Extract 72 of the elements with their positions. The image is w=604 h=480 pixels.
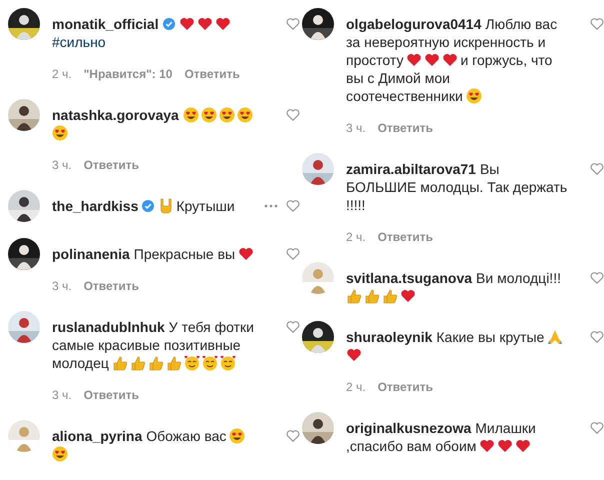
smiling-face-hearts-icon bbox=[220, 355, 236, 371]
comment-time: 3 ч. bbox=[52, 387, 72, 404]
heart-icon bbox=[196, 16, 213, 32]
heart-eyes-face-icon bbox=[200, 107, 217, 123]
comment-text: aliona_pyrina Обожаю вас bbox=[52, 427, 264, 463]
thumbs-up-icon bbox=[112, 355, 128, 371]
smiling-face-hearts-icon bbox=[202, 355, 218, 371]
comment-text: polinanenia Прекрасные вы bbox=[52, 245, 264, 263]
like-heart-icon[interactable] bbox=[590, 330, 604, 344]
comment-time: 3 ч. bbox=[52, 278, 72, 295]
thumbs-up-icon bbox=[346, 288, 362, 304]
like-heart-icon[interactable] bbox=[286, 199, 300, 213]
username[interactable]: svitlana.tsuganova bbox=[346, 270, 472, 286]
like-heart-icon[interactable] bbox=[286, 247, 300, 261]
comment-time: 2 ч. bbox=[52, 66, 72, 83]
heart-eyes-face-icon bbox=[52, 446, 68, 462]
thumbs-up-icon bbox=[166, 355, 182, 371]
heart-eyes-face-icon bbox=[466, 88, 482, 104]
smiling-face-hearts-icon bbox=[184, 355, 200, 371]
praying-hands-icon bbox=[547, 329, 564, 345]
heart-icon bbox=[238, 246, 254, 262]
comment-text: originalkusnezowa Милашки ,спасибо вам обоим bbox=[346, 419, 537, 455]
rock-hand-icon bbox=[158, 198, 174, 214]
comment-text: ruslanadublnhuk У тебя фотки самые красивые позитивные молодец bbox=[52, 318, 255, 372]
heart-icon bbox=[479, 438, 496, 454]
like-heart-icon[interactable] bbox=[286, 429, 300, 443]
like-heart-icon[interactable] bbox=[286, 17, 300, 31]
username[interactable]: olgabelogurova0414 bbox=[346, 16, 482, 32]
comment-text: olgabelogurova0414 Люблю вас за невероятную искренность и простоту и горжусь, что вы с Димой мои соотечественники bbox=[346, 15, 558, 105]
comment-text: zamira.abiltarova71 Вы БОЛЬШИЕ молодцы. Так держать !!!!! bbox=[346, 160, 568, 214]
heart-icon bbox=[424, 52, 440, 68]
like-heart-icon[interactable] bbox=[590, 271, 604, 285]
like-heart-icon[interactable] bbox=[590, 421, 604, 435]
thumbs-up-icon bbox=[130, 355, 146, 371]
comment-text: svitlana.tsuganova Ви молодці!!! bbox=[346, 269, 568, 305]
thumbs-up-icon bbox=[364, 288, 380, 304]
like-heart-icon[interactable] bbox=[590, 17, 604, 31]
heart-eyes-face-icon bbox=[236, 107, 253, 123]
heart-icon bbox=[346, 347, 362, 363]
heart-icon bbox=[442, 52, 458, 68]
heart-eyes-face-icon bbox=[218, 107, 235, 123]
heart-icon bbox=[214, 16, 231, 32]
comment-time: 3 ч. bbox=[52, 157, 72, 174]
heart-eyes-face-icon bbox=[229, 428, 246, 444]
heart-eyes-face-icon bbox=[52, 125, 68, 141]
username[interactable]: ruslanadublnhuk bbox=[52, 319, 165, 335]
like-heart-icon[interactable] bbox=[286, 320, 300, 334]
comment-text: shuraoleynik Какие вы крутые bbox=[346, 328, 568, 364]
username[interactable]: the_hardkiss bbox=[52, 198, 138, 214]
hashtag-link[interactable]: #сильно bbox=[52, 34, 106, 50]
thumbs-up-icon bbox=[148, 355, 164, 371]
comment-time: 2 ч. bbox=[346, 229, 366, 246]
comment-time: 3 ч. bbox=[346, 120, 366, 137]
comment-text: the_hardkiss Крутыши bbox=[52, 197, 236, 215]
comment-time: 2 ч. bbox=[346, 379, 366, 396]
like-heart-icon[interactable] bbox=[590, 162, 604, 176]
username[interactable]: polinanenia bbox=[52, 246, 130, 262]
heart-icon bbox=[515, 438, 532, 454]
like-heart-icon[interactable] bbox=[286, 108, 300, 122]
more-options-icon[interactable] bbox=[264, 204, 278, 208]
username[interactable]: aliona_pyrina bbox=[52, 428, 142, 444]
heart-icon bbox=[497, 438, 514, 454]
heart-icon bbox=[400, 288, 416, 304]
heart-eyes-face-icon bbox=[182, 107, 199, 123]
heart-icon bbox=[178, 16, 195, 32]
thumbs-up-icon bbox=[382, 288, 398, 304]
username[interactable]: shuraoleynik bbox=[346, 329, 432, 345]
username[interactable]: natashka.gorovaya bbox=[52, 107, 179, 123]
username[interactable]: monatik_official bbox=[52, 16, 159, 32]
username[interactable]: originalkusnezowa bbox=[346, 420, 472, 436]
username[interactable]: zamira.abiltarova71 bbox=[346, 161, 476, 177]
heart-icon bbox=[406, 52, 422, 68]
